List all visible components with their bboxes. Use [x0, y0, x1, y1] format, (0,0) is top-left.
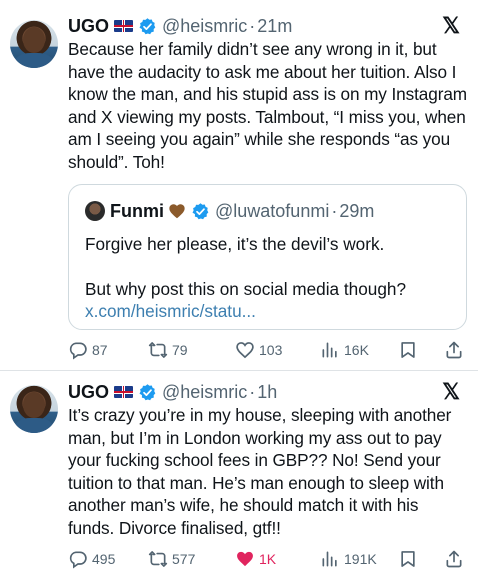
- x-logo-icon[interactable]: 𝕏: [442, 379, 460, 405]
- repost-count: 79: [172, 342, 188, 358]
- repost-icon: [148, 551, 168, 567]
- tweet-header: UGO @heismric · 21m: [68, 14, 292, 38]
- views-count: 191K: [344, 551, 377, 567]
- share-icon: [446, 550, 462, 568]
- reply-button[interactable]: 495: [68, 547, 115, 571]
- quote-text: Forgive her please, it’s the devil’s wor…: [85, 233, 455, 323]
- heart-icon: [236, 342, 254, 359]
- tweet-text: It’s crazy you’re in my house, sleeping …: [68, 405, 452, 538]
- quote-author-handle[interactable]: @luwatofunmi: [215, 201, 329, 222]
- reply-icon: [69, 342, 87, 360]
- avatar[interactable]: [10, 385, 58, 433]
- bookmark-button[interactable]: [398, 547, 422, 571]
- author-name[interactable]: UGO: [68, 382, 109, 403]
- tweet[interactable]: UGO @heismric · 1h 𝕏 It’s crazy you’re i…: [0, 371, 478, 581]
- uk-flag-icon: [114, 386, 134, 398]
- quote-time[interactable]: 29m: [339, 201, 374, 222]
- quote-text-line: But why post this on social media though…: [85, 278, 407, 299]
- x-logo-icon[interactable]: 𝕏: [442, 13, 460, 39]
- avatar[interactable]: [10, 20, 58, 68]
- brown-heart-icon: [169, 204, 185, 219]
- share-button[interactable]: [444, 338, 468, 362]
- action-bar: 87 79 103 16K: [68, 338, 468, 362]
- like-button[interactable]: 1K: [235, 547, 276, 571]
- bookmark-icon: [401, 551, 415, 567]
- verified-badge-icon: [139, 383, 156, 400]
- separator-dot: ·: [249, 381, 256, 402]
- tweet-text: Because her family didn’t see any wrong …: [68, 39, 467, 172]
- quote-avatar[interactable]: [85, 201, 105, 221]
- quote-author-name[interactable]: Funmi: [110, 201, 164, 222]
- author-name[interactable]: UGO: [68, 16, 109, 37]
- reply-button[interactable]: 87: [68, 338, 108, 362]
- views-count: 16K: [344, 342, 369, 358]
- repost-button[interactable]: 577: [148, 547, 195, 571]
- like-count: 1K: [259, 551, 277, 567]
- separator-dot: ·: [249, 15, 256, 36]
- views-icon: [322, 342, 337, 358]
- views-button[interactable]: 16K: [320, 338, 369, 362]
- share-button[interactable]: [444, 547, 468, 571]
- quote-text-line: Forgive her please, it’s the devil’s wor…: [85, 234, 385, 254]
- tweet-time[interactable]: 1h: [257, 382, 277, 403]
- reply-icon: [69, 551, 87, 569]
- bookmark-icon: [401, 342, 415, 358]
- action-bar: 495 577 1K 191K: [68, 547, 468, 571]
- repost-count: 577: [172, 551, 196, 567]
- tweet-time[interactable]: 21m: [257, 16, 292, 37]
- verified-badge-icon: [139, 17, 156, 34]
- author-handle[interactable]: @heismric: [162, 16, 247, 37]
- reply-count: 495: [92, 551, 116, 567]
- reply-count: 87: [92, 342, 108, 358]
- heart-icon: [237, 551, 253, 567]
- uk-flag-icon: [114, 20, 134, 32]
- author-handle[interactable]: @heismric: [162, 382, 247, 403]
- views-button[interactable]: 191K: [320, 547, 377, 571]
- views-icon: [322, 551, 337, 567]
- quote-link[interactable]: x.com/heismric/statu...: [85, 300, 455, 323]
- verified-badge-icon: [192, 202, 209, 219]
- tweet-header: UGO @heismric · 1h: [68, 380, 277, 404]
- separator-dot: ·: [331, 200, 338, 221]
- repost-button[interactable]: 79: [148, 338, 188, 362]
- share-icon: [446, 341, 462, 359]
- bookmark-button[interactable]: [398, 338, 422, 362]
- tweet[interactable]: UGO @heismric · 21m 𝕏 Because her family…: [0, 0, 478, 371]
- quoted-tweet[interactable]: Funmi @luwatofunmi · 29m Forgive her ple…: [68, 184, 467, 330]
- like-count: 103: [259, 342, 283, 358]
- repost-icon: [148, 342, 168, 358]
- like-button[interactable]: 103: [235, 338, 282, 362]
- quote-header: Funmi @luwatofunmi · 29m: [85, 199, 374, 223]
